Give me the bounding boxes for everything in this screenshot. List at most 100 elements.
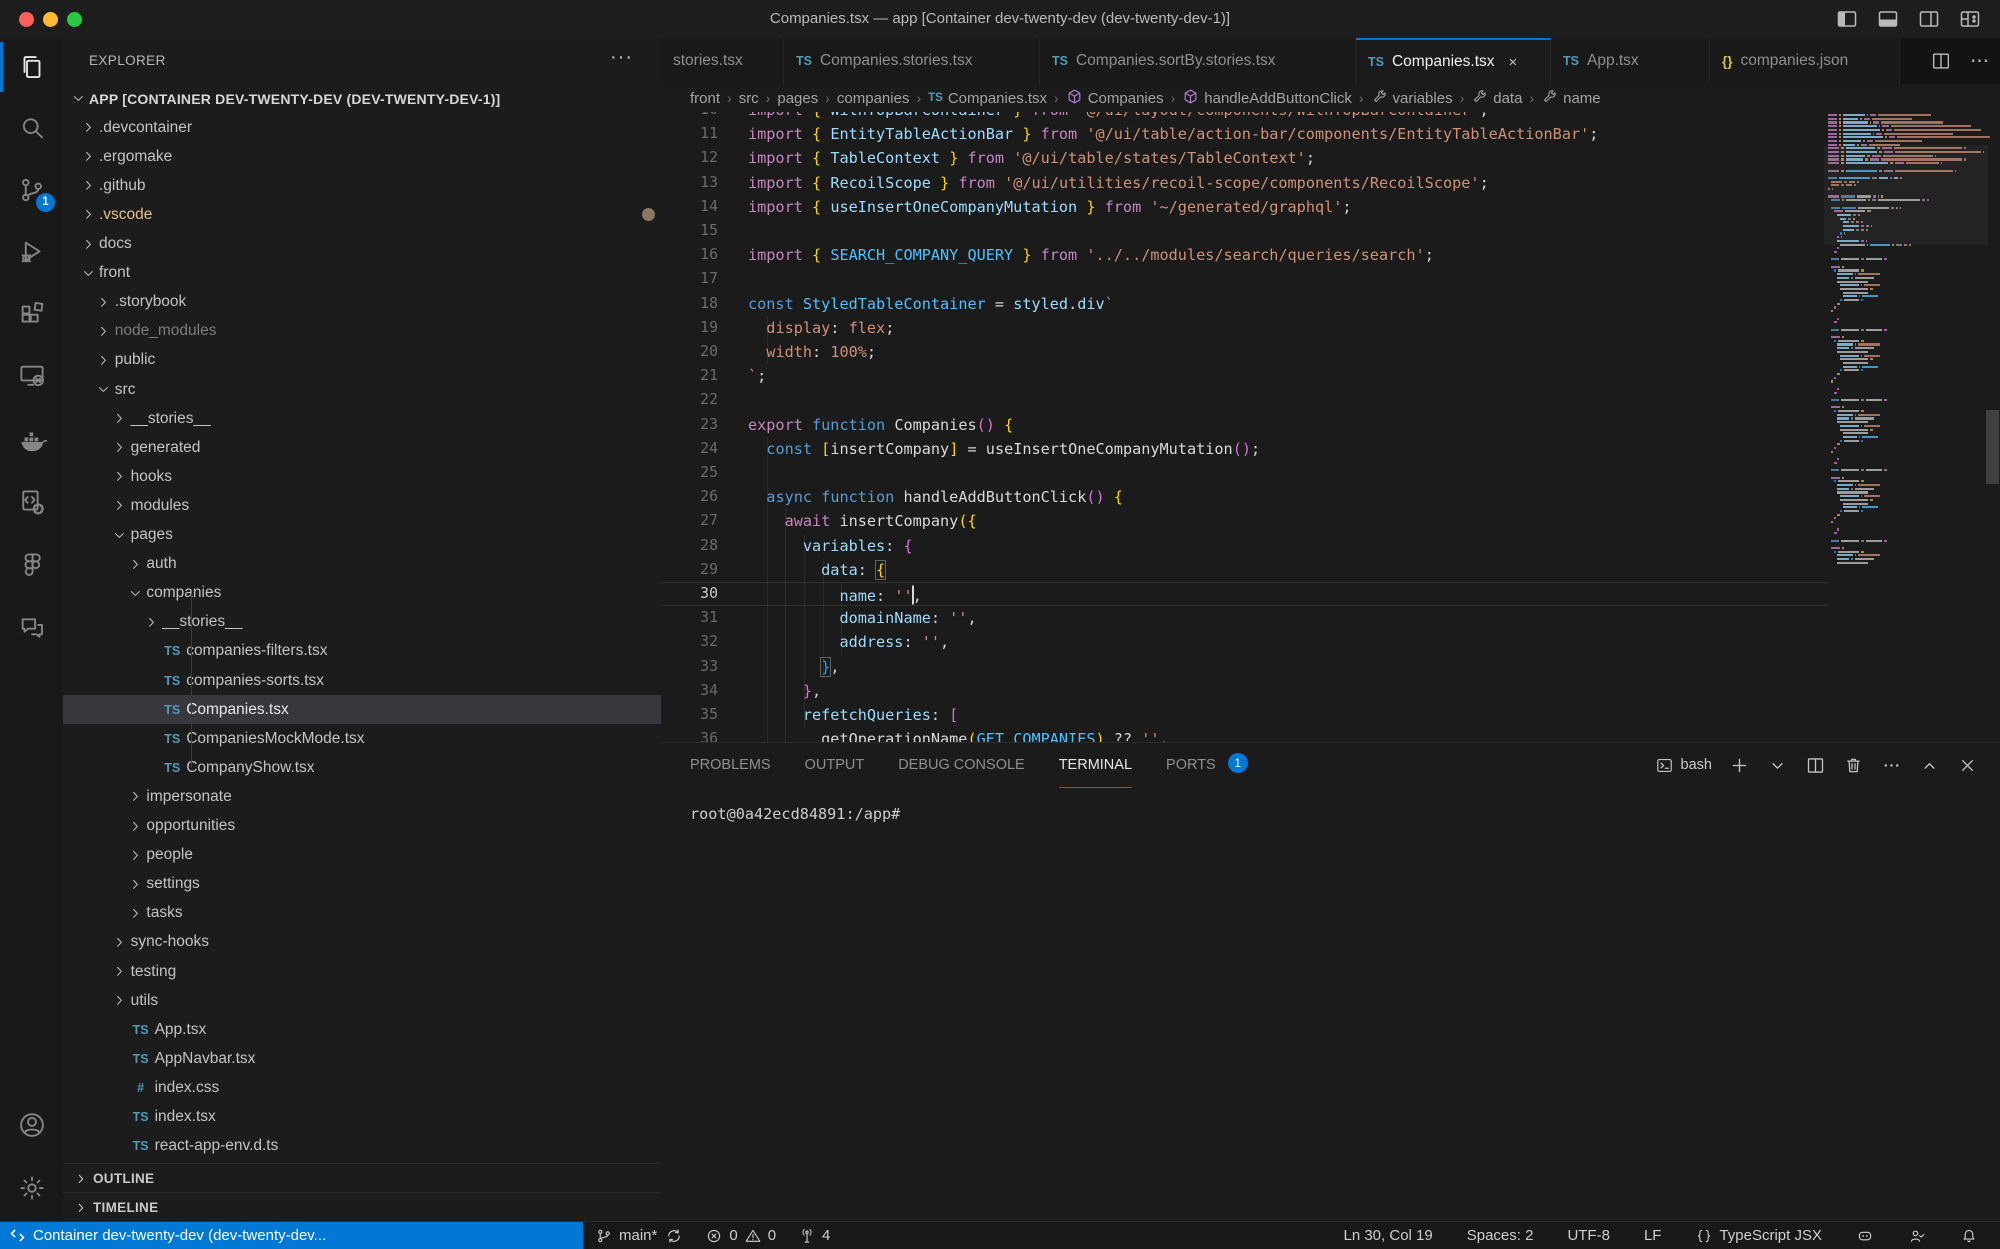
breadcrumb-item-pages[interactable]: pages [777,90,818,107]
tree-item-pages[interactable]: pages [63,521,662,550]
tree-item-sync-hooks[interactable]: sync-hooks [63,928,662,957]
tree-item-opportunities[interactable]: opportunities [63,812,662,841]
eol-status[interactable]: LF [1640,1222,1666,1249]
copilot-status[interactable] [1852,1222,1878,1249]
activity-item-remote-explorer[interactable] [0,348,63,404]
panel-right-icon[interactable] [1917,7,1941,31]
tree-item-.ergomake[interactable]: .ergomake [63,142,662,171]
panel-tab-output[interactable]: OUTPUT [805,743,865,787]
tree-item-.storybook[interactable]: .storybook [63,288,662,317]
tab-Companies.stories.tsx[interactable]: TSCompanies.stories.tsx [784,38,1040,84]
terminal-panel[interactable]: PROBLEMSOUTPUTDEBUG CONSOLETERMINALPORTS… [661,742,2000,1222]
more-icon[interactable] [1881,755,1902,776]
tab-Companies.sortBy.stories.tsx[interactable]: TSCompanies.sortBy.stories.tsx [1040,38,1356,84]
indentation-status[interactable]: Spaces: 2 [1463,1222,1538,1249]
breadcrumb-item-Companies[interactable]: Companies [1066,88,1164,109]
tree-item-App.tsx[interactable]: TSApp.tsx [63,1015,662,1044]
tree-item-index.tsx[interactable]: TSindex.tsx [63,1103,662,1132]
section-timeline[interactable]: TIMELINE [63,1192,661,1222]
forwarded-ports-status[interactable]: 4 [794,1222,834,1249]
breadcrumb-item-variables[interactable]: variables [1371,88,1453,109]
cursor-position-status[interactable]: Ln 30, Col 19 [1339,1222,1436,1249]
panel-tab-problems[interactable]: PROBLEMS [690,743,771,787]
activity-item-explorer[interactable] [0,39,63,95]
activity-item-run-debug[interactable] [0,224,63,280]
tree-item-testing[interactable]: testing [63,957,662,986]
tree-item-modules[interactable]: modules [63,491,662,520]
panel-bottom-icon[interactable] [1876,7,1900,31]
tree-item-Companies.tsx[interactable]: TSCompanies.tsx [63,695,662,724]
tree-item-react-app-env.d.ts[interactable]: TSreact-app-env.d.ts [63,1132,662,1161]
editor-more-actions[interactable]: ⋯ [1970,50,1990,73]
tree-item-.github[interactable]: .github [63,171,662,200]
panel-left-icon[interactable] [1835,7,1859,31]
close-tab-icon[interactable]: × [1509,54,1518,71]
language-mode-status[interactable]: TypeScript JSX [1691,1222,1826,1249]
shell-selector[interactable]: bash [1655,756,1712,775]
breadcrumb-item-data[interactable]: data [1471,88,1522,109]
tab-stories.tsx[interactable]: stories.tsx [661,38,784,84]
tree-item-.devcontainer[interactable]: .devcontainer [63,113,662,142]
minimap-slider[interactable] [1824,145,1988,245]
tab-App.tsx[interactable]: TSApp.tsx [1551,38,1710,84]
tree-item-companies[interactable]: companies [63,579,662,608]
tree-item-front[interactable]: front [63,259,662,288]
activity-item-account[interactable] [0,1097,63,1153]
split-panel-icon[interactable] [1805,755,1826,776]
tree-item-public[interactable]: public [63,346,662,375]
tree-item-__stories__[interactable]: __stories__ [63,608,662,637]
close-icon[interactable] [1957,755,1978,776]
breadcrumb-item-Companies.tsx[interactable]: TSCompanies.tsx [928,90,1047,107]
liveshare-status[interactable] [1904,1222,1930,1249]
plus-icon[interactable] [1729,755,1750,776]
tree-item-CompaniesMockMode.tsx[interactable]: TSCompaniesMockMode.tsx [63,724,662,753]
tree-item-AppNavbar.tsx[interactable]: TSAppNavbar.tsx [63,1044,662,1073]
remote-indicator[interactable]: Container dev-twenty-dev (dev-twenty-dev… [0,1222,583,1249]
activity-item-extensions[interactable] [0,286,63,342]
breadcrumb-item-name[interactable]: name [1541,88,1601,109]
tab-companies.json[interactable]: {}companies.json [1710,38,1900,84]
minimap[interactable] [1828,112,1984,742]
tree-item-settings[interactable]: settings [63,870,662,899]
tree-item-.vscode[interactable]: .vscode [63,200,662,229]
tree-item-impersonate[interactable]: impersonate [63,782,662,811]
encoding-status[interactable]: UTF-8 [1563,1222,1614,1249]
git-sync-status[interactable] [661,1222,687,1249]
activity-item-docker[interactable] [0,412,63,468]
tree-item-CompanyShow.tsx[interactable]: TSCompanyShow.tsx [63,753,662,782]
editor-scrollbar-thumb[interactable] [1986,410,1999,484]
panel-tab-ports[interactable]: PORTS1 [1166,743,1248,787]
activity-item-comments[interactable] [0,600,63,656]
activity-item-dev-containers[interactable] [0,474,63,530]
breadcrumb-item-handleAddButtonClick[interactable]: handleAddButtonClick [1182,88,1352,109]
tab-Companies.tsx[interactable]: TSCompanies.tsx× [1356,38,1551,84]
code-editor[interactable]: 10import { WithTopBarContainer } from '@… [661,112,2000,742]
breadcrumb-item-src[interactable]: src [739,90,759,107]
activity-item-settings-gear[interactable] [0,1160,63,1216]
tree-item-auth[interactable]: auth [63,550,662,579]
notifications-bell[interactable] [1956,1222,1982,1249]
tree-item-hooks[interactable]: hooks [63,462,662,491]
tree-item-tasks[interactable]: tasks [63,899,662,928]
breadcrumb-item-front[interactable]: front [690,90,720,107]
tree-item-people[interactable]: people [63,841,662,870]
chevron-down-icon[interactable] [1767,755,1788,776]
tree-item-__stories__[interactable]: __stories__ [63,404,662,433]
trash-icon[interactable] [1843,755,1864,776]
layout-customize-icon[interactable] [1958,7,1982,31]
tree-item-node_modules[interactable]: node_modules [63,317,662,346]
tree-item-docs[interactable]: docs [63,230,662,259]
activity-item-figma[interactable] [0,537,63,593]
breadcrumb-item-companies[interactable]: companies [837,90,910,107]
activity-item-source-control[interactable]: 1 [0,162,63,218]
explorer-more-actions[interactable]: ··· [610,46,633,69]
split-editor-icon[interactable] [1930,50,1952,72]
tree-item-src[interactable]: src [63,375,662,404]
chevron-up-icon[interactable] [1919,755,1940,776]
panel-tab-terminal[interactable]: TERMINAL [1059,743,1132,788]
activity-item-search[interactable] [0,100,63,156]
tree-item-companies-sorts.tsx[interactable]: TScompanies-sorts.tsx [63,666,662,695]
git-branch-status[interactable]: main* [591,1222,661,1249]
tree-item-companies-filters.tsx[interactable]: TScompanies-filters.tsx [63,637,662,666]
tree-item-utils[interactable]: utils [63,986,662,1015]
